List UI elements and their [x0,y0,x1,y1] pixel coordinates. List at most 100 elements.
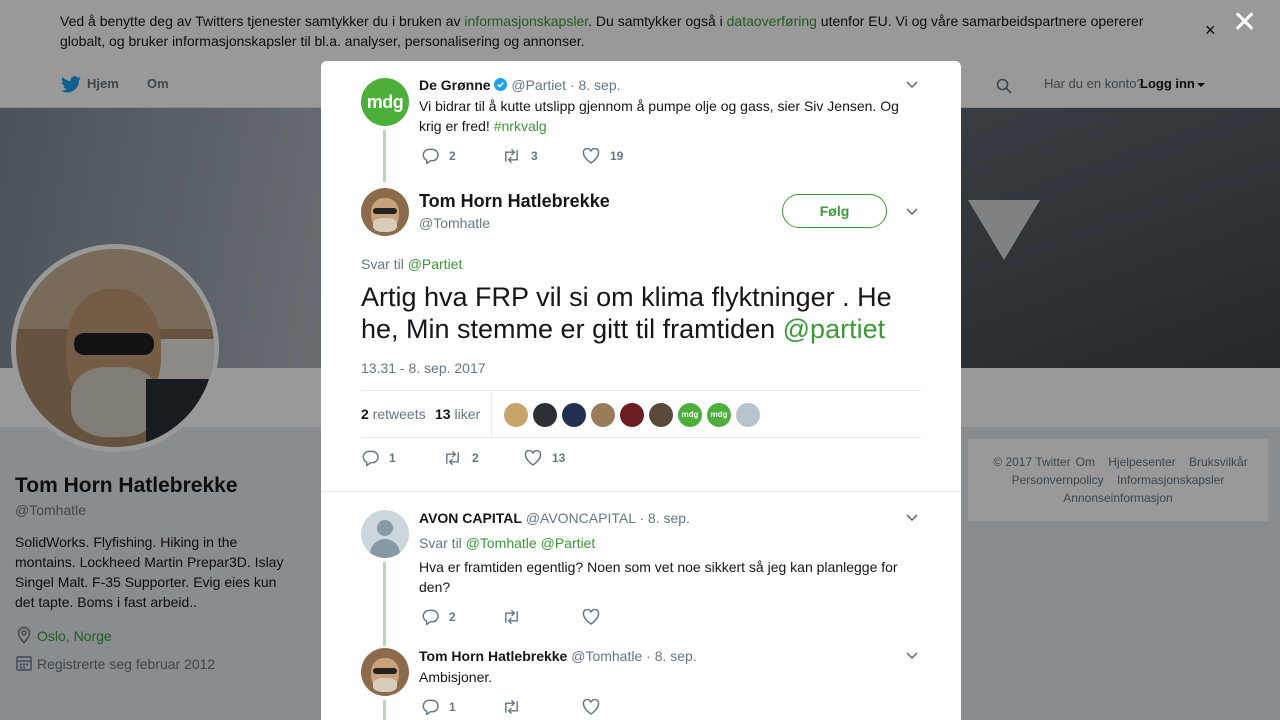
profile-avatar[interactable] [11,244,219,452]
like-stat-label: liker [454,406,481,422]
reply-actions: 2 [422,608,722,629]
reply-button[interactable]: 2 [422,609,456,626]
login-caret-icon[interactable] [1197,83,1205,87]
thread-line [383,130,386,182]
reply-handle[interactable]: @Tomhatle [571,648,642,664]
like-button[interactable]: 13 [524,449,565,466]
footer-help[interactable]: Hjelpesenter [1108,455,1175,469]
liker-avatar[interactable] [591,403,615,427]
footer-cookies[interactable]: Informasjonskapsler [1117,473,1224,487]
footer-about[interactable]: Om [1076,455,1095,469]
reply-name[interactable]: AVON CAPITAL [419,510,522,526]
footer-ads[interactable]: Annonseinformasjon [1063,491,1172,505]
close-icon[interactable]: ✕ [1232,8,1257,38]
parent-tweet-name[interactable]: De Grønne [419,77,491,93]
parent-tweet-actions: 2 3 19 [422,147,722,168]
retweet-count: 2 [472,451,479,465]
nav-home[interactable]: Hjem [87,76,119,91]
reply-header: AVON CAPITAL @AVONCAPITAL · 8. sep. [419,510,690,526]
liker-avatar[interactable] [649,403,673,427]
main-tweet-handle[interactable]: @Tomhatle [419,215,490,231]
profile-location-link[interactable]: Oslo, Norge [37,628,112,644]
profile-bio: SolidWorks. Flyfishing. Hiking in the mo… [15,534,284,610]
reply-to-link[interactable]: @Tomhatle [466,535,537,551]
chevron-down-icon[interactable] [906,81,918,89]
like-icon [524,449,542,466]
like-stat-count: 13 [435,406,451,422]
retweet-button[interactable]: 2 [443,450,479,466]
main-tweet-reply-to: Svar til @Partiet [361,256,462,272]
reply-date[interactable]: · 8. sep. [639,510,690,526]
reply-button[interactable]: 2 [422,148,456,165]
retweet-button[interactable] [502,699,531,715]
liker-avatar[interactable] [533,403,557,427]
retweet-button[interactable] [502,609,531,625]
chevron-down-icon[interactable] [906,652,918,660]
like-stat[interactable]: 13 liker [435,406,480,422]
cookie-link-informasjonskapsler[interactable]: informasjonskapsler [464,13,588,29]
liker-avatar[interactable] [504,403,528,427]
cookie-text: Ved å benytte deg av Twitters tjenester … [60,11,1170,51]
retweet-icon [505,699,518,715]
search-icon[interactable] [996,78,1012,94]
login-link[interactable]: Logg inn [1140,76,1195,91]
reply-name[interactable]: Tom Horn Hatlebrekke [419,648,567,664]
verified-badge-icon [494,78,508,91]
liker-avatar[interactable]: mdg [707,403,731,427]
reply-button[interactable]: 1 [362,450,396,467]
reply-date[interactable]: · 8. sep. [646,648,697,664]
footer-spacer [1109,473,1112,487]
calendar-icon [16,656,32,671]
footer-spacer [1181,455,1184,469]
chevron-down-icon[interactable] [906,208,918,216]
twitter-bird-icon [61,76,81,93]
liker-avatar[interactable] [620,403,644,427]
profile-handle[interactable]: @Tomhatle [15,502,86,518]
nav-about[interactable]: Om [147,76,169,91]
liker-avatar[interactable] [562,403,586,427]
liker-avatar[interactable]: mdg [678,403,702,427]
like-icon [582,608,600,625]
account-prompt: Har du en konto? [1044,76,1144,91]
like-button[interactable] [582,608,610,625]
chevron-down-icon[interactable] [906,514,918,522]
parent-tweet-hashtag[interactable]: #nrkvalg [494,118,547,134]
main-tweet-name[interactable]: Tom Horn Hatlebrekke [419,191,610,212]
banner-triangle-decoration [968,200,1040,260]
reply-avatar[interactable] [361,510,409,558]
main-tweet-text: Artig hva FRP vil si om klima flyktninge… [361,281,931,345]
location-icon [17,626,31,644]
retweet-button[interactable]: 3 [502,148,538,164]
reply-count: 1 [449,700,456,714]
reply-avatar[interactable] [361,648,409,696]
retweet-stat[interactable]: 2 retweets [361,406,426,422]
reply-to-link[interactable]: @Partiet [408,256,463,272]
main-tweet-mention[interactable]: @partiet [783,314,885,344]
retweet-icon [446,450,459,466]
reply-header: Tom Horn Hatlebrekke @Tomhatle · 8. sep. [419,648,697,664]
parent-tweet-text: Vi bidrar til å kutte utslipp gjennom å … [419,96,919,136]
footer-terms[interactable]: Bruksvilkår [1189,455,1248,469]
retweet-stat-count: 2 [361,406,369,422]
avatar-body [370,539,400,558]
parent-tweet-avatar[interactable]: mdg [361,78,409,126]
reply-count: 2 [449,610,456,624]
reply-button[interactable]: 1 [422,699,456,716]
main-tweet-avatar[interactable] [361,188,409,236]
profile-name[interactable]: Tom Horn Hatlebrekke [15,474,238,498]
main-tweet-timestamp[interactable]: 13.31 - 8. sep. 2017 [361,360,486,376]
footer-privacy[interactable]: Personvernpolicy [1012,473,1104,487]
parent-tweet-handle[interactable]: @Partiet [511,77,566,93]
cookie-text-2: . Du samtykker også i [588,13,727,29]
parent-tweet-date[interactable]: · 8. sep. [570,77,621,93]
like-button[interactable]: 19 [582,147,623,164]
cookie-link-dataoverforing[interactable]: dataoverføring [727,13,817,29]
retweet-stat-label: retweets [372,406,426,422]
reply-handle[interactable]: @AVONCAPITAL [526,510,636,526]
reply-to-link[interactable]: @Partiet [541,535,596,551]
profile-joined-text: Registrerte seg februar 2012 [37,656,216,672]
follow-button[interactable]: Følg [782,194,887,228]
like-button[interactable] [582,698,610,715]
cookie-close-icon[interactable]: × [1205,20,1216,41]
liker-avatar[interactable] [736,403,760,427]
